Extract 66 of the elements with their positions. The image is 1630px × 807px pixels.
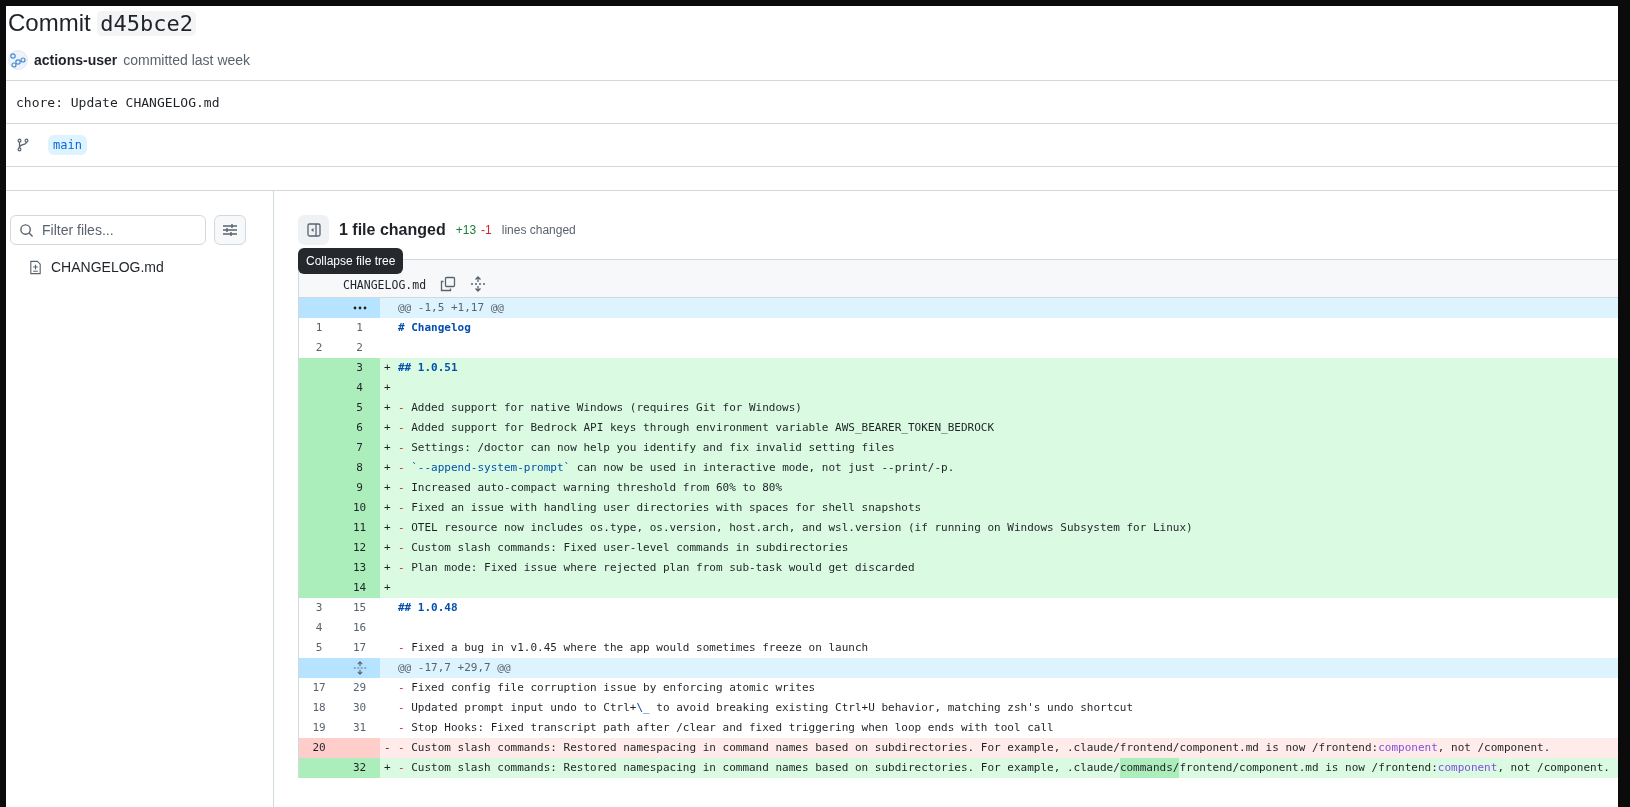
line-number-cell-text: 31: [351, 720, 368, 736]
line-number-cell: 8: [339, 458, 380, 478]
code-line: - Updated prompt input undo to Ctrl+\_ to avoid breaking existing Ctrl+U behavior, matching zsh's undo shortcut: [397, 700, 1135, 716]
line-number-cell-text: 2: [314, 340, 324, 356]
file-diff-icon: [28, 259, 43, 275]
collapse-tree-button[interactable]: [298, 215, 329, 245]
code-line: ## 1.0.48: [397, 600, 459, 616]
hunk-header: @@ -17,7 +29,7 @@: [380, 658, 1618, 678]
line-number-cell: 5: [339, 398, 380, 418]
line-number-cell: 32: [339, 758, 380, 778]
copy-icon[interactable]: [440, 276, 457, 292]
files-changed-title: 1 file changed: [339, 221, 446, 239]
avatar-icon: [8, 50, 28, 70]
additions-count: +13: [455, 223, 477, 237]
expand-all-icon[interactable]: [470, 276, 487, 292]
line-number-cell: 9: [339, 478, 380, 498]
line-number-cell-text: 16: [351, 620, 368, 636]
code-line: - Fixed a bug in v1.0.45 where the app would sometimes freeze on launch: [397, 640, 870, 656]
commit-message: chore: Update CHANGELOG.md: [16, 94, 220, 110]
line-number-cell: 10: [339, 498, 380, 518]
line-number-cell: 11: [339, 518, 380, 538]
commit-sha: d45bce2: [97, 11, 197, 36]
line-number-cell: 14: [339, 578, 380, 598]
line-number-cell: [299, 758, 339, 778]
hunk-header: @@ -1,5 +1,17 @@: [380, 298, 1618, 318]
filter-field[interactable]: Filter files...: [10, 215, 206, 245]
line-number-cell-text: 19: [311, 720, 327, 736]
line-number-cell-text: 4: [314, 620, 324, 636]
code-line: - Fixed config file corruption issue by enforcing atomic writes: [397, 680, 817, 696]
line-number-cell: [339, 738, 380, 758]
author-link[interactable]: actions-user: [34, 52, 118, 68]
file-name[interactable]: CHANGELOG.md: [343, 278, 427, 292]
tooltip: Collapse file tree: [298, 248, 404, 274]
page-title: Commit: [8, 9, 91, 36]
line-number-cell: 20: [299, 738, 339, 758]
line-number-cell-text: 17: [311, 680, 327, 696]
line-number-cell-text: 15: [351, 600, 368, 616]
line-number-cell: 13: [339, 558, 380, 578]
file-tree-item[interactable]: CHANGELOG.md: [28, 253, 273, 281]
line-number-cell-text: 18: [311, 700, 327, 716]
line-number-cell-text: 1: [314, 320, 324, 336]
unfold-icon[interactable]: [352, 661, 367, 675]
expand-ellipsis-icon[interactable]: [351, 305, 368, 311]
search-icon: [19, 223, 34, 238]
code-line: - Stop Hooks: Fixed transcript path after /clear and fixed triggering when loop ends with tool call: [397, 720, 1055, 736]
line-number-cell: 7: [339, 438, 380, 458]
lines-changed-label: lines changed: [501, 223, 576, 237]
line-number-cell-text: 17: [351, 640, 368, 656]
line-number-cell-text: 30: [351, 700, 368, 716]
branch-tag[interactable]: main: [48, 135, 87, 155]
line-number-cell-text: 5: [314, 640, 324, 656]
deletions-count: -1: [481, 223, 492, 237]
line-number-cell: 6: [339, 418, 380, 438]
sliders-icon: [222, 222, 238, 238]
code-line: # Changelog: [397, 320, 472, 336]
commit-time: committed last week: [123, 52, 251, 68]
line-number-cell-text: 2: [355, 340, 364, 356]
line-number-cell: 12: [339, 538, 380, 558]
line-number-cell-text: 1: [355, 320, 364, 336]
line-number-cell-text: 3: [314, 600, 324, 616]
line-number-cell: 3: [339, 358, 380, 378]
sidebar-collapse-icon: [305, 222, 322, 238]
branch-icon: [16, 138, 30, 152]
line-number-cell: 4: [339, 378, 380, 398]
filter-settings-button[interactable]: [214, 215, 246, 245]
line-number-cell-text: 29: [351, 680, 368, 696]
